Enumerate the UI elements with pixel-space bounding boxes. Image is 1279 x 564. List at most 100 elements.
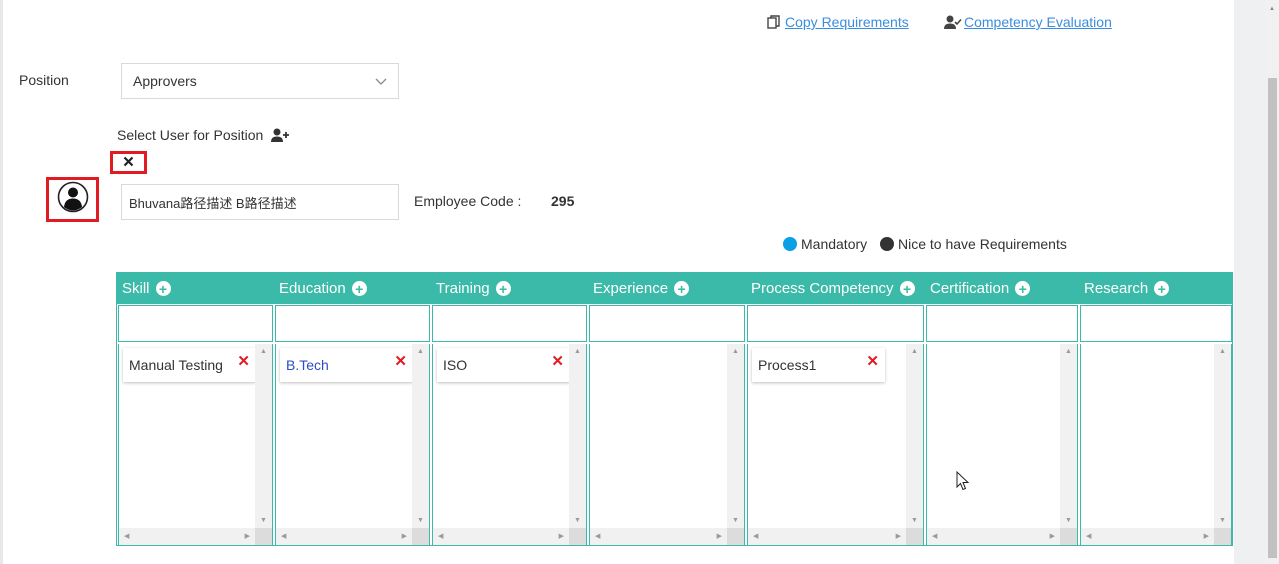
vertical-scrollbar[interactable]: ▲ ▼ [1060,344,1077,528]
column-search-input[interactable] [118,305,273,342]
column-title: Certification [930,280,1010,297]
scroll-up-icon[interactable]: ▲ [260,348,267,355]
vertical-scrollbar[interactable]: ▲ ▼ [727,344,744,528]
column-search-input[interactable] [926,305,1078,342]
scroll-left-icon[interactable]: ◀ [595,533,600,540]
clear-user-button[interactable] [110,151,147,174]
column-header: Research + [1079,273,1233,304]
column-search-input[interactable] [1080,305,1232,342]
scroll-left-icon[interactable]: ◀ [1086,533,1091,540]
user-avatar[interactable] [46,177,99,222]
horizontal-scrollbar[interactable]: ◀ ▶ [1081,528,1214,545]
scroll-left-icon[interactable]: ◀ [438,533,443,540]
column-item-list[interactable]: ▲ ▼ ◀ ▶ [926,344,1078,545]
scroll-up-icon[interactable]: ▲ [1219,348,1226,355]
close-icon[interactable] [123,154,134,172]
user-avatar-icon [57,181,89,218]
column-title: Training [436,280,490,297]
chevron-down-icon [375,73,387,89]
plus-circle-icon[interactable]: + [495,281,511,296]
vertical-scrollbar[interactable]: ▲ ▼ [412,344,429,528]
scroll-right-icon[interactable]: ▶ [1050,533,1055,540]
plus-circle-icon[interactable]: + [1015,281,1031,296]
column-title: Education [279,280,346,297]
scroll-down-icon[interactable]: ▼ [732,517,739,524]
requirement-chip[interactable]: ISO ✕ [437,348,570,382]
scroll-up-icon[interactable]: ▲ [417,348,424,355]
scroll-right-icon[interactable]: ▶ [559,533,564,540]
horizontal-scrollbar[interactable]: ◀ ▶ [748,528,906,545]
remove-x-icon[interactable]: ✕ [237,352,250,370]
remove-x-icon[interactable]: ✕ [866,352,879,370]
column-header: Skill + [117,273,274,304]
vertical-scrollbar[interactable]: ▲ ▼ [255,344,272,528]
requirement-chip[interactable]: B.Tech ✕ [280,348,413,382]
column-item-list[interactable]: B.Tech ✕ ▲ ▼ ◀ ▶ [275,344,430,545]
horizontal-scrollbar[interactable]: ◀ ▶ [276,528,412,545]
scroll-left-icon[interactable]: ◀ [281,533,286,540]
page-scroll-thumb[interactable] [1268,78,1277,558]
user-plus-icon[interactable] [271,128,290,143]
horizontal-scrollbar[interactable]: ◀ ▶ [590,528,727,545]
scroll-right-icon[interactable]: ▶ [1204,533,1209,540]
requirements-grid: Skill + Manual Testing ✕ ▲ ▼ ◀ ▶ Education + B.Tec… [116,272,1233,546]
column-item-list[interactable]: Process1 ✕ ▲ ▼ ◀ ▶ [747,344,924,545]
plus-circle-icon[interactable]: + [155,281,171,296]
plus-circle-icon[interactable]: + [899,281,915,296]
copy-requirements-link[interactable]: Copy Requirements [765,13,909,31]
column-item-list[interactable]: ISO ✕ ▲ ▼ ◀ ▶ [432,344,587,545]
position-select[interactable]: Approvers [121,63,399,99]
scroll-up-arrow-icon[interactable]: ▲ [1269,6,1275,12]
competency-evaluation-link[interactable]: Competency Evaluation [944,13,1112,31]
horizontal-scrollbar[interactable]: ◀ ▶ [119,528,255,545]
scroll-down-icon[interactable]: ▼ [1219,517,1226,524]
requirement-name: ISO [443,357,468,373]
column-header: Certification + [925,273,1079,304]
scroll-up-icon[interactable]: ▲ [1065,348,1072,355]
horizontal-scrollbar[interactable]: ◀ ▶ [927,528,1060,545]
scroll-left-icon[interactable]: ◀ [932,533,937,540]
plus-circle-icon[interactable]: + [674,281,690,296]
scroll-right-icon[interactable]: ▶ [717,533,722,540]
scroll-down-icon[interactable]: ▼ [1065,517,1072,524]
scroll-down-icon[interactable]: ▼ [260,517,267,524]
requirement-chip[interactable]: Process1 ✕ [752,348,885,382]
scroll-down-icon[interactable]: ▼ [417,517,424,524]
remove-x-icon[interactable]: ✕ [394,352,407,370]
scroll-up-icon[interactable]: ▲ [574,348,581,355]
plus-circle-icon[interactable]: + [351,281,367,296]
scroll-down-icon[interactable]: ▼ [574,517,581,524]
column-search-input[interactable] [275,305,430,342]
scroll-right-icon[interactable]: ▶ [245,533,250,540]
mandatory-dot [783,237,797,251]
column-search-input[interactable] [432,305,587,342]
scroll-left-icon[interactable]: ◀ [753,533,758,540]
scroll-right-icon[interactable]: ▶ [402,533,407,540]
requirement-chip[interactable]: Manual Testing ✕ [123,348,256,382]
legend-nice-to-have: Nice to have Requirements [880,236,1067,252]
column-item-list[interactable]: ▲ ▼ ◀ ▶ [1080,344,1232,545]
column-item-list[interactable]: Manual Testing ✕ ▲ ▼ ◀ ▶ [118,344,273,545]
requirement-name: Manual Testing [129,357,223,373]
vertical-scrollbar[interactable]: ▲ ▼ [1214,344,1231,528]
vertical-scrollbar[interactable]: ▲ ▼ [569,344,586,528]
column-search-input[interactable] [589,305,745,342]
scroll-down-icon[interactable]: ▼ [911,517,918,524]
scroll-up-icon[interactable]: ▲ [732,348,739,355]
column-header: Education + [274,273,431,304]
scroll-up-icon[interactable]: ▲ [911,348,918,355]
scroll-left-icon[interactable]: ◀ [124,533,129,540]
page-scrollbar[interactable]: ▲ [1266,0,1279,564]
column-item-list[interactable]: ▲ ▼ ◀ ▶ [589,344,745,545]
horizontal-scrollbar[interactable]: ◀ ▶ [433,528,569,545]
competency-evaluation-label[interactable]: Competency Evaluation [964,14,1112,30]
selected-user-field[interactable]: Bhuvana路径描述 B路径描述 [121,184,399,220]
vertical-scrollbar[interactable]: ▲ ▼ [906,344,923,528]
column-header: Experience + [588,273,746,304]
column-certification: Certification + ▲ ▼ ◀ ▶ [925,273,1079,545]
scroll-right-icon[interactable]: ▶ [896,533,901,540]
copy-requirements-label[interactable]: Copy Requirements [785,14,909,30]
plus-circle-icon[interactable]: + [1154,281,1170,296]
remove-x-icon[interactable]: ✕ [551,352,564,370]
column-search-input[interactable] [747,305,924,342]
